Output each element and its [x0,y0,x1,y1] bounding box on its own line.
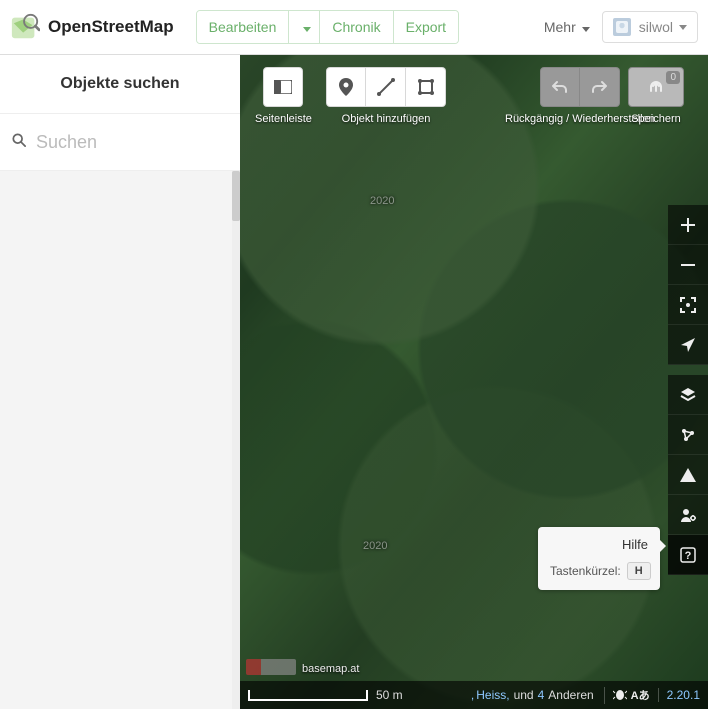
imagery-year-label: 2020 [363,540,387,552]
tab-history[interactable]: Chronik [320,11,393,43]
feature-search-title: Objekte suchen [0,55,240,113]
site-title: OpenStreetMap [48,17,174,37]
redo-button[interactable] [580,67,620,107]
map-data-button[interactable] [668,415,708,455]
satellite-imagery [240,55,708,709]
search-icon [12,133,26,151]
save-button[interactable]: 0 [628,67,684,107]
attribution-logo [246,659,296,675]
svg-text:?: ? [685,550,692,562]
feature-list [0,171,240,709]
toolbar-add-label: Objekt hinzufügen [342,113,431,125]
fullscreen-button[interactable] [668,285,708,325]
issues-button[interactable] [668,455,708,495]
tab-export[interactable]: Export [394,11,458,43]
scrollbar[interactable] [232,171,240,709]
translate-icon[interactable]: Aあ [631,687,650,703]
toolbar-sidebar-group: Seitenleiste [255,67,312,125]
geolocate-button[interactable] [668,325,708,365]
toolbar-sidebar-label: Seitenleiste [255,113,312,125]
header: OpenStreetMap Bearbeiten Chronik Export … [0,0,708,55]
tooltip-shortcut-key: H [627,562,651,580]
imagery-year-label: 2020 [370,195,394,207]
add-point-button[interactable] [326,67,366,107]
add-line-button[interactable] [366,67,406,107]
tooltip-title: Hilfe [550,537,648,552]
save-count: 0 [666,71,680,84]
map-controls: ? [668,205,708,575]
tooltip-shortcut-label: Tastenkürzel: [550,564,621,578]
status-bar: 50 m , Heiss, und 4 Anderen Aあ 2.20.1 [240,681,708,709]
toolbar-save-group: 0 Speichern [628,67,684,125]
bug-icon[interactable] [613,687,627,704]
avatar-icon [613,18,631,36]
map-canvas[interactable]: 2020 2020 Seitenleiste Objekt hinzufügen [240,55,708,709]
contrib-comma: , [471,688,474,702]
zoom-out-button[interactable] [668,245,708,285]
toolbar-save-label: Speichern [631,113,681,125]
left-pane: Objekte suchen [0,55,240,709]
help-button[interactable]: ? [668,535,708,575]
contrib-others: Anderen [548,688,593,702]
osm-logo-icon [10,12,40,42]
contrib-count-link[interactable]: 4 [538,688,545,702]
help-tooltip: Hilfe Tastenkürzel: H [538,527,660,590]
tab-edit-caret[interactable] [289,11,320,43]
contrib-und: und [514,688,534,702]
search-box [0,113,240,171]
more-menu[interactable]: Mehr [544,19,590,35]
zoom-in-button[interactable] [668,205,708,245]
version-link[interactable]: 2.20.1 [658,688,708,702]
user-menu[interactable]: silwol [602,11,698,43]
scale-label: 50 m [376,688,403,702]
toolbar-add-group: Objekt hinzufügen [326,67,446,125]
contrib-user-link[interactable]: Heiss, [476,688,509,702]
undo-button[interactable] [540,67,580,107]
more-label: Mehr [544,19,576,35]
add-area-button[interactable] [406,67,446,107]
layers-button[interactable] [668,375,708,415]
search-input[interactable] [36,132,228,153]
attribution-text: basemap.at [302,663,359,675]
status-buttons: Aあ [604,687,658,704]
toggle-sidebar-button[interactable] [263,67,303,107]
preferences-button[interactable] [668,495,708,535]
user-name: silwol [639,19,673,35]
top-tabs: Bearbeiten Chronik Export [196,10,459,44]
tab-edit[interactable]: Bearbeiten [197,11,290,43]
scale-indicator: 50 m [248,688,403,702]
